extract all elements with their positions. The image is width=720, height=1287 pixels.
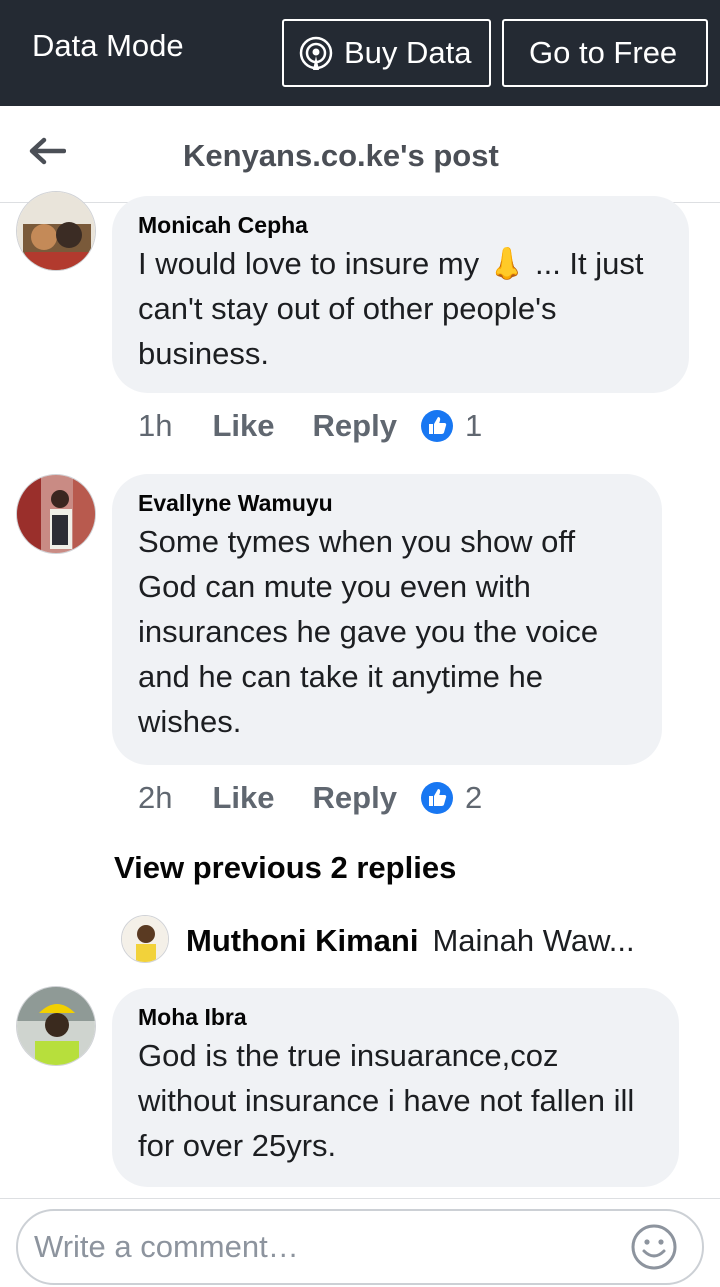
thumbs-up-icon — [420, 410, 453, 442]
comment-placeholder: Write a comment… — [34, 1229, 299, 1264]
back-arrow-icon[interactable] — [28, 136, 66, 166]
avatar[interactable] — [16, 474, 96, 554]
go-to-free-label: Go to Free — [529, 35, 678, 70]
comment-author[interactable]: Monicah Cepha — [138, 212, 663, 238]
reply-button[interactable]: Reply — [313, 408, 397, 444]
comment-input[interactable]: Write a comment… — [16, 1209, 704, 1285]
buy-data-label: Buy Data — [344, 35, 472, 70]
reaction-count[interactable]: 2 — [465, 780, 482, 816]
buy-data-button[interactable]: Buy Data — [282, 19, 491, 87]
data-mode-label: Data Mode — [32, 28, 184, 63]
avatar-image — [17, 987, 95, 1065]
comment-text: Some tymes when you show off God can mut… — [138, 524, 599, 739]
like-button[interactable]: Like — [212, 408, 274, 444]
avatar-image — [17, 192, 95, 270]
thumbs-up-icon — [420, 782, 453, 814]
reply-button[interactable]: Reply — [313, 780, 397, 816]
comment-time: 1h — [138, 408, 173, 443]
comment-actions: 1h Like Reply 1 — [138, 408, 482, 444]
like-button[interactable]: Like — [212, 780, 274, 816]
comment-text: God is the true insuarance,coz without i… — [138, 1038, 635, 1163]
data-mode-bar: Data Mode Buy Data Go to Free — [0, 0, 720, 106]
reply-snippet: Mainah Waw... — [432, 923, 635, 958]
comment-composer: Write a comment… — [0, 1198, 720, 1287]
comment-actions: 2h Like Reply 2 — [138, 780, 482, 816]
comment-bubble[interactable]: Evallyne Wamuyu Some tymes when you show… — [112, 474, 662, 765]
view-previous-replies-link[interactable]: View previous 2 replies — [114, 850, 456, 886]
reply-author[interactable]: Muthoni Kimani — [186, 923, 418, 958]
smiley-icon[interactable] — [630, 1223, 678, 1271]
go-to-free-button[interactable]: Go to Free — [502, 19, 708, 87]
avatar[interactable] — [16, 191, 96, 271]
reply-avatar[interactable] — [121, 915, 169, 963]
reply-preview[interactable]: Muthoni Kimani Mainah Waw... — [186, 923, 635, 959]
page-title: Kenyans.co.ke's post — [183, 138, 499, 173]
broadcast-icon — [299, 36, 333, 70]
avatar-image — [17, 475, 95, 553]
comment-bubble[interactable]: Monicah Cepha I would love to insure my … — [112, 196, 689, 393]
comment-time: 2h — [138, 780, 173, 815]
comment-text: I would love to insure my 👃 ... It just … — [138, 246, 644, 371]
reaction-count[interactable]: 1 — [465, 408, 482, 444]
post-header: Kenyans.co.ke's post — [0, 106, 720, 203]
comment-author[interactable]: Moha Ibra — [138, 1004, 653, 1030]
comment-bubble[interactable]: Moha Ibra God is the true insuarance,coz… — [112, 988, 679, 1187]
avatar-image — [122, 916, 168, 962]
avatar[interactable] — [16, 986, 96, 1066]
comment-author[interactable]: Evallyne Wamuyu — [138, 490, 636, 516]
